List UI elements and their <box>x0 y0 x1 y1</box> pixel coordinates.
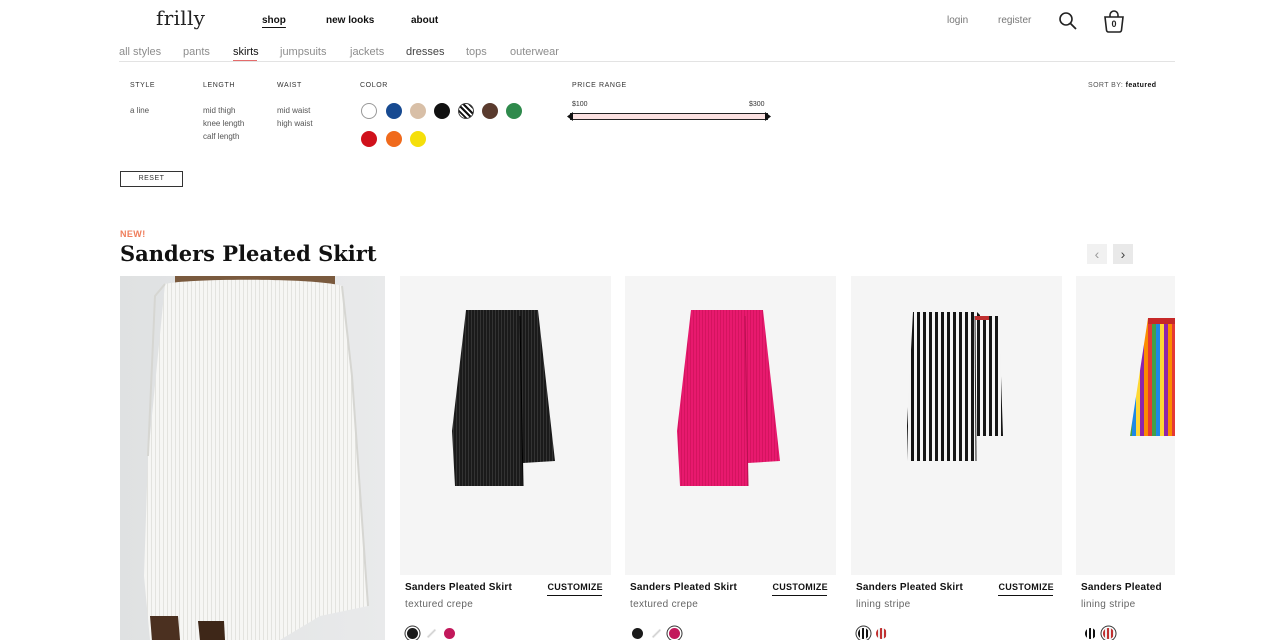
nav-new-looks[interactable]: new looks <box>326 15 374 26</box>
product-fabric: lining stripe <box>856 599 911 610</box>
tab-skirts[interactable]: skirts <box>233 46 259 58</box>
variant-swatch-stripe[interactable] <box>858 628 869 639</box>
variant-swatch-pink[interactable] <box>444 628 455 639</box>
product-image[interactable] <box>625 276 836 575</box>
color-swatch-black[interactable] <box>434 103 450 119</box>
nav-shop[interactable]: shop <box>262 15 286 26</box>
variant-swatch-red-stripe[interactable] <box>1103 628 1114 639</box>
chevron-right-icon: › <box>1120 246 1126 262</box>
customize-link[interactable]: CUSTOMIZE <box>998 582 1054 596</box>
divider <box>119 61 1175 62</box>
color-swatch-green[interactable] <box>506 103 522 119</box>
search-icon[interactable] <box>1058 11 1078 31</box>
product-card[interactable]: Sanders Pleated Skirt CUSTOMIZE lining s… <box>851 276 1062 640</box>
login-link[interactable]: login <box>947 15 968 26</box>
product-name[interactable]: Sanders Pleated Skirt <box>630 582 737 593</box>
color-swatch-yellow[interactable] <box>410 131 426 147</box>
nav-about[interactable]: about <box>411 15 438 26</box>
customize-link[interactable]: CUSTOMIZE <box>772 582 828 596</box>
product-fabric: lining stripe <box>1081 599 1136 610</box>
product-name[interactable]: Sanders Pleated Skirt <box>405 582 512 593</box>
color-swatch-white[interactable] <box>361 103 377 119</box>
product-name[interactable]: Sanders Pleated Skirt <box>856 582 963 593</box>
product-image[interactable] <box>400 276 611 575</box>
filter-price-heading: PRICE RANGE <box>572 82 627 89</box>
color-swatch-red[interactable] <box>361 131 377 147</box>
reset-button[interactable]: RESET <box>120 171 183 187</box>
variant-swatch-black[interactable] <box>632 628 643 639</box>
filter-length-knee[interactable]: knee length <box>203 119 244 128</box>
color-swatch-pattern[interactable] <box>458 103 474 119</box>
color-swatch-beige[interactable] <box>410 103 426 119</box>
tab-dresses[interactable]: dresses <box>406 46 445 58</box>
product-title: Sanders Pleated Skirt <box>120 241 377 266</box>
price-range-slider[interactable] <box>570 113 768 120</box>
product-name[interactable]: Sanders Pleated <box>1081 582 1162 593</box>
tab-pants[interactable]: pants <box>183 46 210 58</box>
tab-jumpsuits[interactable]: jumpsuits <box>280 46 326 58</box>
product-card[interactable]: Sanders Pleated Skirt CUSTOMIZE textured… <box>400 276 611 640</box>
chevron-left-icon: ‹ <box>1094 246 1100 262</box>
filter-waist-heading: WAIST <box>277 82 302 89</box>
color-swatch-orange[interactable] <box>386 131 402 147</box>
filter-length-heading: LENGTH <box>203 82 235 89</box>
page-margin <box>1175 270 1280 640</box>
cart-icon[interactable]: 0 <box>1103 9 1125 33</box>
tab-all-styles[interactable]: all styles <box>119 46 161 58</box>
price-max-label: $300 <box>749 101 765 108</box>
product-fabric: textured crepe <box>405 599 474 610</box>
tab-tops[interactable]: tops <box>466 46 487 58</box>
customize-link[interactable]: CUSTOMIZE <box>547 582 603 596</box>
product-image[interactable] <box>851 276 1062 575</box>
cart-count: 0 <box>1111 19 1117 29</box>
filter-style-a-line[interactable]: a line <box>130 106 149 115</box>
tab-jackets[interactable]: jackets <box>350 46 384 58</box>
carousel-prev-button[interactable]: ‹ <box>1087 244 1107 264</box>
filter-color-heading: COLOR <box>360 82 388 89</box>
color-swatch-blue[interactable] <box>386 103 402 119</box>
filter-waist-mid[interactable]: mid waist <box>277 106 310 115</box>
filter-style-heading: STYLE <box>130 82 156 89</box>
filter-length-mid-thigh[interactable]: mid thigh <box>203 106 235 115</box>
new-badge: NEW! <box>120 229 146 239</box>
carousel-next-button[interactable]: › <box>1113 244 1133 264</box>
filter-waist-high[interactable]: high waist <box>277 119 313 128</box>
sort-by-control[interactable]: SORT BY: featured <box>1088 82 1156 89</box>
variant-swatch-white[interactable] <box>651 628 662 639</box>
variant-swatch-black[interactable] <box>407 628 418 639</box>
price-min-label: $100 <box>572 101 588 108</box>
product-card[interactable]: Sanders Pleated Skirt CUSTOMIZE textured… <box>625 276 836 640</box>
filter-length-calf[interactable]: calf length <box>203 132 239 141</box>
logo[interactable]: frilly <box>156 6 205 30</box>
variant-swatch-white[interactable] <box>426 628 437 639</box>
sort-value: featured <box>1125 82 1157 89</box>
register-link[interactable]: register <box>998 15 1031 26</box>
color-swatch-brown[interactable] <box>482 103 498 119</box>
variant-swatch-pink[interactable] <box>669 628 680 639</box>
variant-swatch-red-stripe[interactable] <box>876 628 887 639</box>
product-fabric: textured crepe <box>630 599 699 610</box>
price-max-handle[interactable] <box>765 112 771 121</box>
hero-product-image[interactable] <box>120 276 385 640</box>
tab-outerwear[interactable]: outerwear <box>510 46 559 58</box>
variant-swatch-stripe[interactable] <box>1085 628 1096 639</box>
sort-label: SORT BY: <box>1088 82 1124 89</box>
